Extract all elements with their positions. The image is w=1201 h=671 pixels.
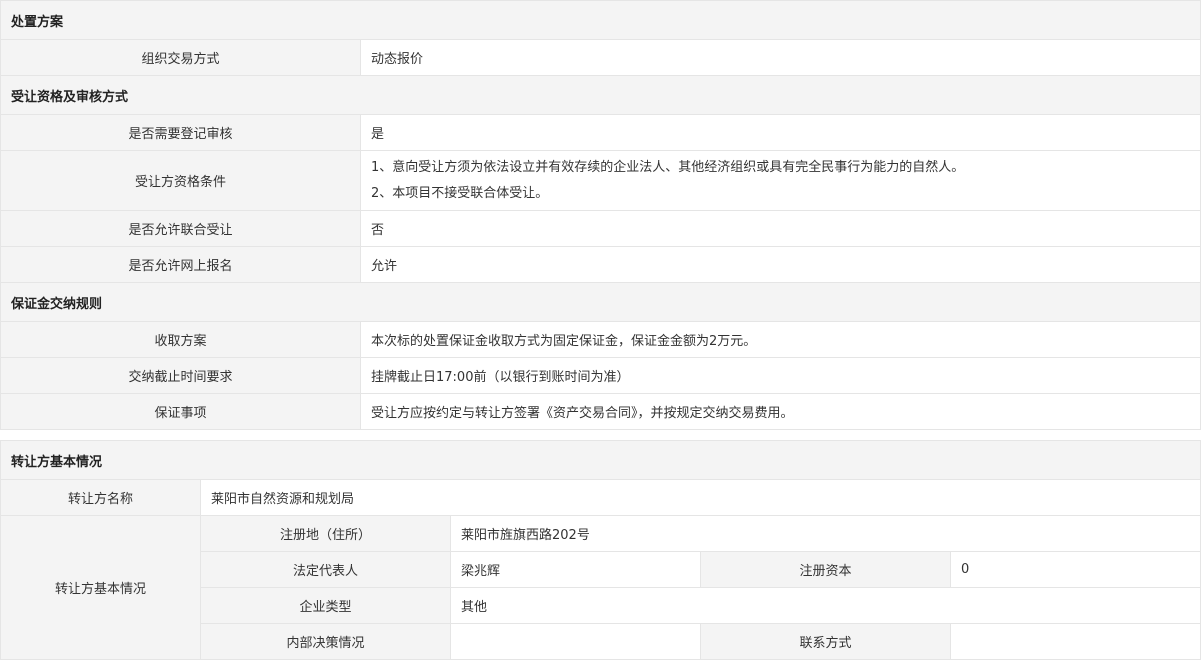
label-guarantee: 保证事项 [0,393,361,430]
value-online-signup: 允许 [359,246,1201,283]
value-decision [450,623,701,660]
label-address: 注册地（住所） [200,515,451,552]
section-title-deposit: 保证金交纳规则 [0,282,1201,322]
value-company-type: 其他 [449,587,1201,624]
label-collection-plan: 收取方案 [0,321,361,358]
disposal-table: 处置方案 组织交易方式 动态报价 受让资格及审核方式 是否需要登记审核 是 受让… [0,0,1201,430]
label-deadline: 交纳截止时间要求 [0,357,361,394]
value-contact [949,623,1201,660]
section-title-disposal: 处置方案 [0,0,1201,40]
label-need-review: 是否需要登记审核 [0,114,361,151]
label-decision: 内部决策情况 [200,623,451,660]
value-qualification-conditions: 1、意向受让方须为依法设立并有效存续的企业法人、其他经济组织或具有完全民事行为能… [359,150,1201,211]
value-guarantee: 受让方应按约定与转让方签署《资产交易合同》，并按规定交纳交易费用。 [359,393,1201,430]
label-online-signup: 是否允许网上报名 [0,246,361,283]
qualification-line-2: 2、本项目不接受联合体受让。 [371,185,549,201]
label-capital: 注册资本 [700,551,951,588]
value-address: 莱阳市旌旗西路202号 [449,515,1201,552]
value-collection-plan: 本次标的处置保证金收取方式为固定保证金，保证金金额为2万元。 [359,321,1201,358]
label-trade-method: 组织交易方式 [0,39,361,76]
value-joint-transfer: 否 [359,210,1201,247]
label-legal-rep: 法定代表人 [200,551,451,588]
label-qualification-conditions: 受让方资格条件 [0,150,361,211]
qualification-line-1: 1、意向受让方须为依法设立并有效存续的企业法人、其他经济组织或具有完全民事行为能… [371,159,965,175]
transferor-table: 转让方基本情况 转让方名称 莱阳市自然资源和规划局 转让方基本情况 注册地（住所… [0,440,1201,660]
label-joint-transfer: 是否允许联合受让 [0,210,361,247]
value-capital: 0 [949,551,1201,588]
label-transferor-name: 转让方名称 [0,479,201,516]
value-deadline: 挂牌截止日17:00前（以银行到账时间为准） [359,357,1201,394]
label-transferor-basic: 转让方基本情况 [0,515,201,660]
value-need-review: 是 [359,114,1201,151]
label-contact: 联系方式 [700,623,951,660]
value-trade-method: 动态报价 [359,39,1201,76]
section-title-qualification: 受让资格及审核方式 [0,75,1201,115]
section-title-transferor: 转让方基本情况 [0,440,1201,480]
value-transferor-name: 莱阳市自然资源和规划局 [199,479,1201,516]
value-legal-rep: 梁兆辉 [450,551,701,588]
label-company-type: 企业类型 [200,587,451,624]
